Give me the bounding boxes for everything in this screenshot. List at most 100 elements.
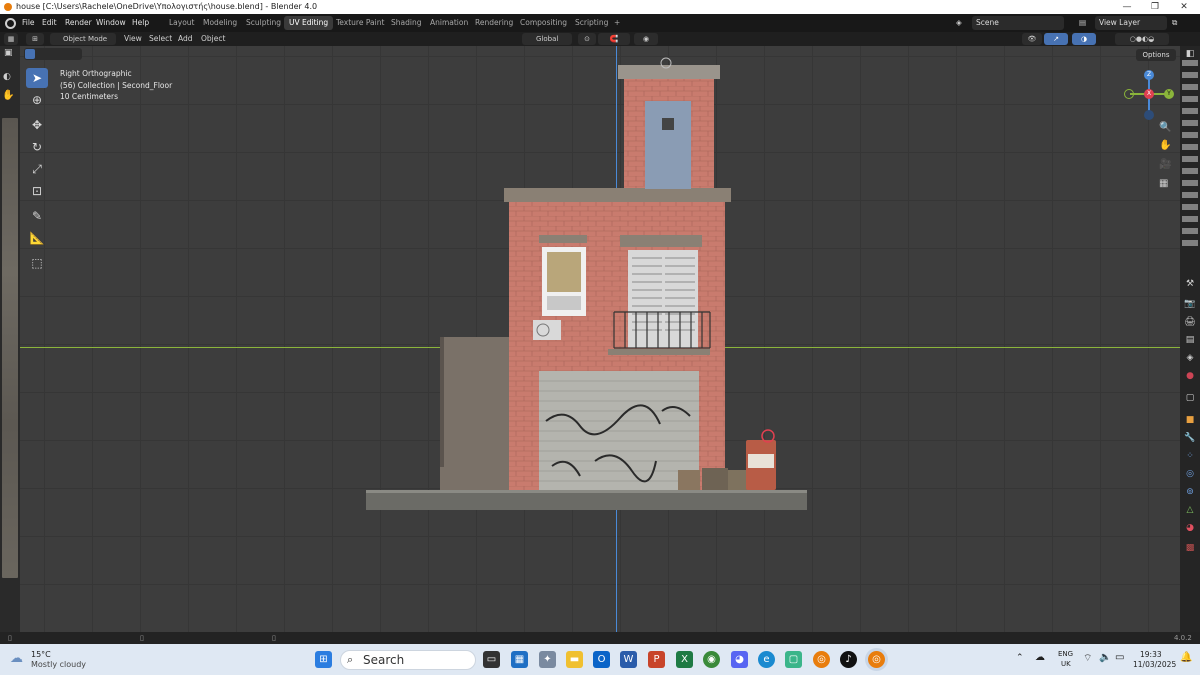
notifications-icon[interactable]: 🔔 <box>1180 652 1192 663</box>
mouse-left-icon: ▯ <box>8 634 12 642</box>
menu-add[interactable]: Add <box>178 32 193 46</box>
crate-1 <box>678 470 700 490</box>
weather-desc[interactable]: Mostly cloudy <box>31 660 86 669</box>
store-icon[interactable]: ▦ <box>511 651 528 668</box>
view-layer-properties-icon[interactable]: ▤ <box>1184 334 1196 346</box>
tab-compositing[interactable]: Compositing <box>515 16 572 30</box>
maximize-button[interactable]: ❐ <box>1141 0 1169 14</box>
mode-selector[interactable]: Object Mode <box>50 33 116 45</box>
file-explorer-icon[interactable]: ▬ <box>566 651 583 668</box>
tab-layout[interactable]: Layout <box>164 16 200 30</box>
region-code[interactable]: UK <box>1061 660 1071 668</box>
scene-properties-icon[interactable]: ◈ <box>1184 352 1196 364</box>
overlays-toggle-icon[interactable]: ◑ <box>1072 33 1096 45</box>
tab-texture-paint[interactable]: Texture Paint <box>331 16 389 30</box>
minimize-button[interactable]: — <box>1113 0 1141 14</box>
editor-type-icon[interactable]: ▦ <box>4 33 18 45</box>
outlook-icon[interactable]: O <box>593 651 610 668</box>
tray-chevron-icon[interactable]: ⌃ <box>1016 653 1024 663</box>
constraints-properties-icon[interactable]: ⊚ <box>1184 486 1196 498</box>
pivot-point-icon[interactable]: ⊙ <box>578 33 596 45</box>
physics-properties-icon[interactable]: ◎ <box>1184 468 1196 480</box>
select-box-icon[interactable]: ▣ <box>4 48 13 58</box>
excel-icon[interactable]: X <box>676 651 693 668</box>
view-layer-selector[interactable]: View Layer <box>1095 16 1167 30</box>
texture-properties-icon[interactable]: ▩ <box>1184 542 1196 554</box>
tab-rendering[interactable]: Rendering <box>470 16 518 30</box>
editor-menu-icon[interactable]: ⊞ <box>26 33 44 45</box>
menu-window[interactable]: Window <box>96 14 126 32</box>
tab-modeling[interactable]: Modeling <box>198 16 242 30</box>
transform-orientation-selector[interactable]: Global <box>522 33 572 45</box>
visibility-icon[interactable]: 👁 <box>1022 33 1042 45</box>
house-model[interactable] <box>20 46 1180 632</box>
view-layer-icon: ▤ <box>1079 18 1087 27</box>
menu-select[interactable]: Select <box>149 32 172 46</box>
language-code[interactable]: ENG <box>1058 650 1073 658</box>
scene-icon: ◈ <box>956 18 962 27</box>
app-icon-2[interactable]: ▢ <box>785 651 802 668</box>
scene-selector[interactable]: Scene <box>972 16 1064 30</box>
properties-tabs-strip: ◧ ⚒ 📷 🖨 ▤ ◈ ● ▢ ■ 🔧 ⁘ ◎ ⊚ △ ◕ ▩ <box>1180 46 1200 632</box>
menu-edit[interactable]: Edit <box>42 14 57 32</box>
word-icon[interactable]: W <box>620 651 637 668</box>
menu-render[interactable]: Render <box>65 14 92 32</box>
windows-start-icon[interactable]: ⊞ <box>315 651 332 668</box>
side-editor-strip: ▣ ◐ ✋ <box>0 46 20 632</box>
material-properties-icon[interactable]: ◕ <box>1184 522 1196 534</box>
collection-properties-icon[interactable]: ▢ <box>1184 392 1196 404</box>
close-button[interactable]: ✕ <box>1170 0 1198 14</box>
taskbar-search[interactable]: ⌕ Search <box>340 650 476 670</box>
output-properties-icon[interactable]: 🖨 <box>1184 316 1196 328</box>
particles-properties-icon[interactable]: ⁘ <box>1184 450 1196 462</box>
3d-viewport[interactable]: Right Orthographic (56) Collection | Sec… <box>20 46 1180 632</box>
proportional-editing-icon[interactable]: ◉ <box>634 33 658 45</box>
gizmo-toggle-icon[interactable]: ↗ <box>1044 33 1068 45</box>
wifi-icon[interactable]: ⌔ <box>1083 652 1092 665</box>
clock-time[interactable]: 19:33 <box>1140 650 1162 659</box>
tab-sculpting[interactable]: Sculpting <box>241 16 286 30</box>
tiktok-icon[interactable]: ♪ <box>840 651 857 668</box>
tool-properties-icon[interactable]: ⚒ <box>1184 278 1196 290</box>
weather-temp[interactable]: 15°C <box>31 650 51 659</box>
add-workspace-button[interactable]: + <box>609 16 625 30</box>
mouse-right-icon: ▯ <box>272 634 276 642</box>
blender-active-icon[interactable]: ◎ <box>868 651 885 668</box>
blender-taskbar-icon[interactable]: ◎ <box>813 651 830 668</box>
new-view-layer-icon[interactable]: ⧉ <box>1172 14 1177 32</box>
data-properties-icon[interactable]: △ <box>1184 504 1196 516</box>
tab-shading[interactable]: Shading <box>386 16 426 30</box>
object-properties-icon[interactable]: ■ <box>1184 414 1196 426</box>
outliner-toggle-icon[interactable]: ◧ <box>1184 48 1196 60</box>
shading-modes-icon[interactable]: ○●◐◒ <box>1115 33 1169 45</box>
tab-scripting[interactable]: Scripting <box>570 16 613 30</box>
clock-date[interactable]: 11/03/2025 <box>1133 660 1176 669</box>
weather-icon[interactable]: ☁ <box>10 651 23 666</box>
menu-help[interactable]: Help <box>132 14 149 32</box>
cursor-icon[interactable]: ◐ <box>3 72 11 82</box>
tab-animation[interactable]: Animation <box>425 16 473 30</box>
menu-view[interactable]: View <box>124 32 142 46</box>
task-view-icon[interactable]: ▭ <box>483 651 500 668</box>
powerpoint-icon[interactable]: P <box>648 651 665 668</box>
onedrive-icon[interactable]: ☁ <box>1035 652 1045 663</box>
world-properties-icon[interactable]: ● <box>1184 370 1196 382</box>
modifier-properties-icon[interactable]: 🔧 <box>1184 432 1196 444</box>
menu-object[interactable]: Object <box>201 32 225 46</box>
battery-icon[interactable]: ▭ <box>1115 652 1124 663</box>
render-properties-icon[interactable]: 📷 <box>1184 298 1196 310</box>
blender-menu-icon[interactable] <box>5 18 16 29</box>
tab-uv-editing[interactable]: UV Editing <box>284 16 334 30</box>
discord-icon[interactable]: ◕ <box>731 651 748 668</box>
search-icon: ⌕ <box>347 653 354 666</box>
outliner-visibility-icons[interactable] <box>1182 60 1198 250</box>
app-icon[interactable]: ✦ <box>539 651 556 668</box>
chrome-icon[interactable]: ◉ <box>703 651 720 668</box>
volume-icon[interactable]: 🔈 <box>1099 652 1111 663</box>
menu-file[interactable]: File <box>22 14 35 32</box>
edge-icon[interactable]: e <box>758 651 775 668</box>
search-label: Search <box>363 653 405 667</box>
snap-icon[interactable]: 🧲 <box>598 33 630 45</box>
pan-hand-icon[interactable]: ✋ <box>2 90 14 101</box>
crate-3 <box>728 470 748 490</box>
